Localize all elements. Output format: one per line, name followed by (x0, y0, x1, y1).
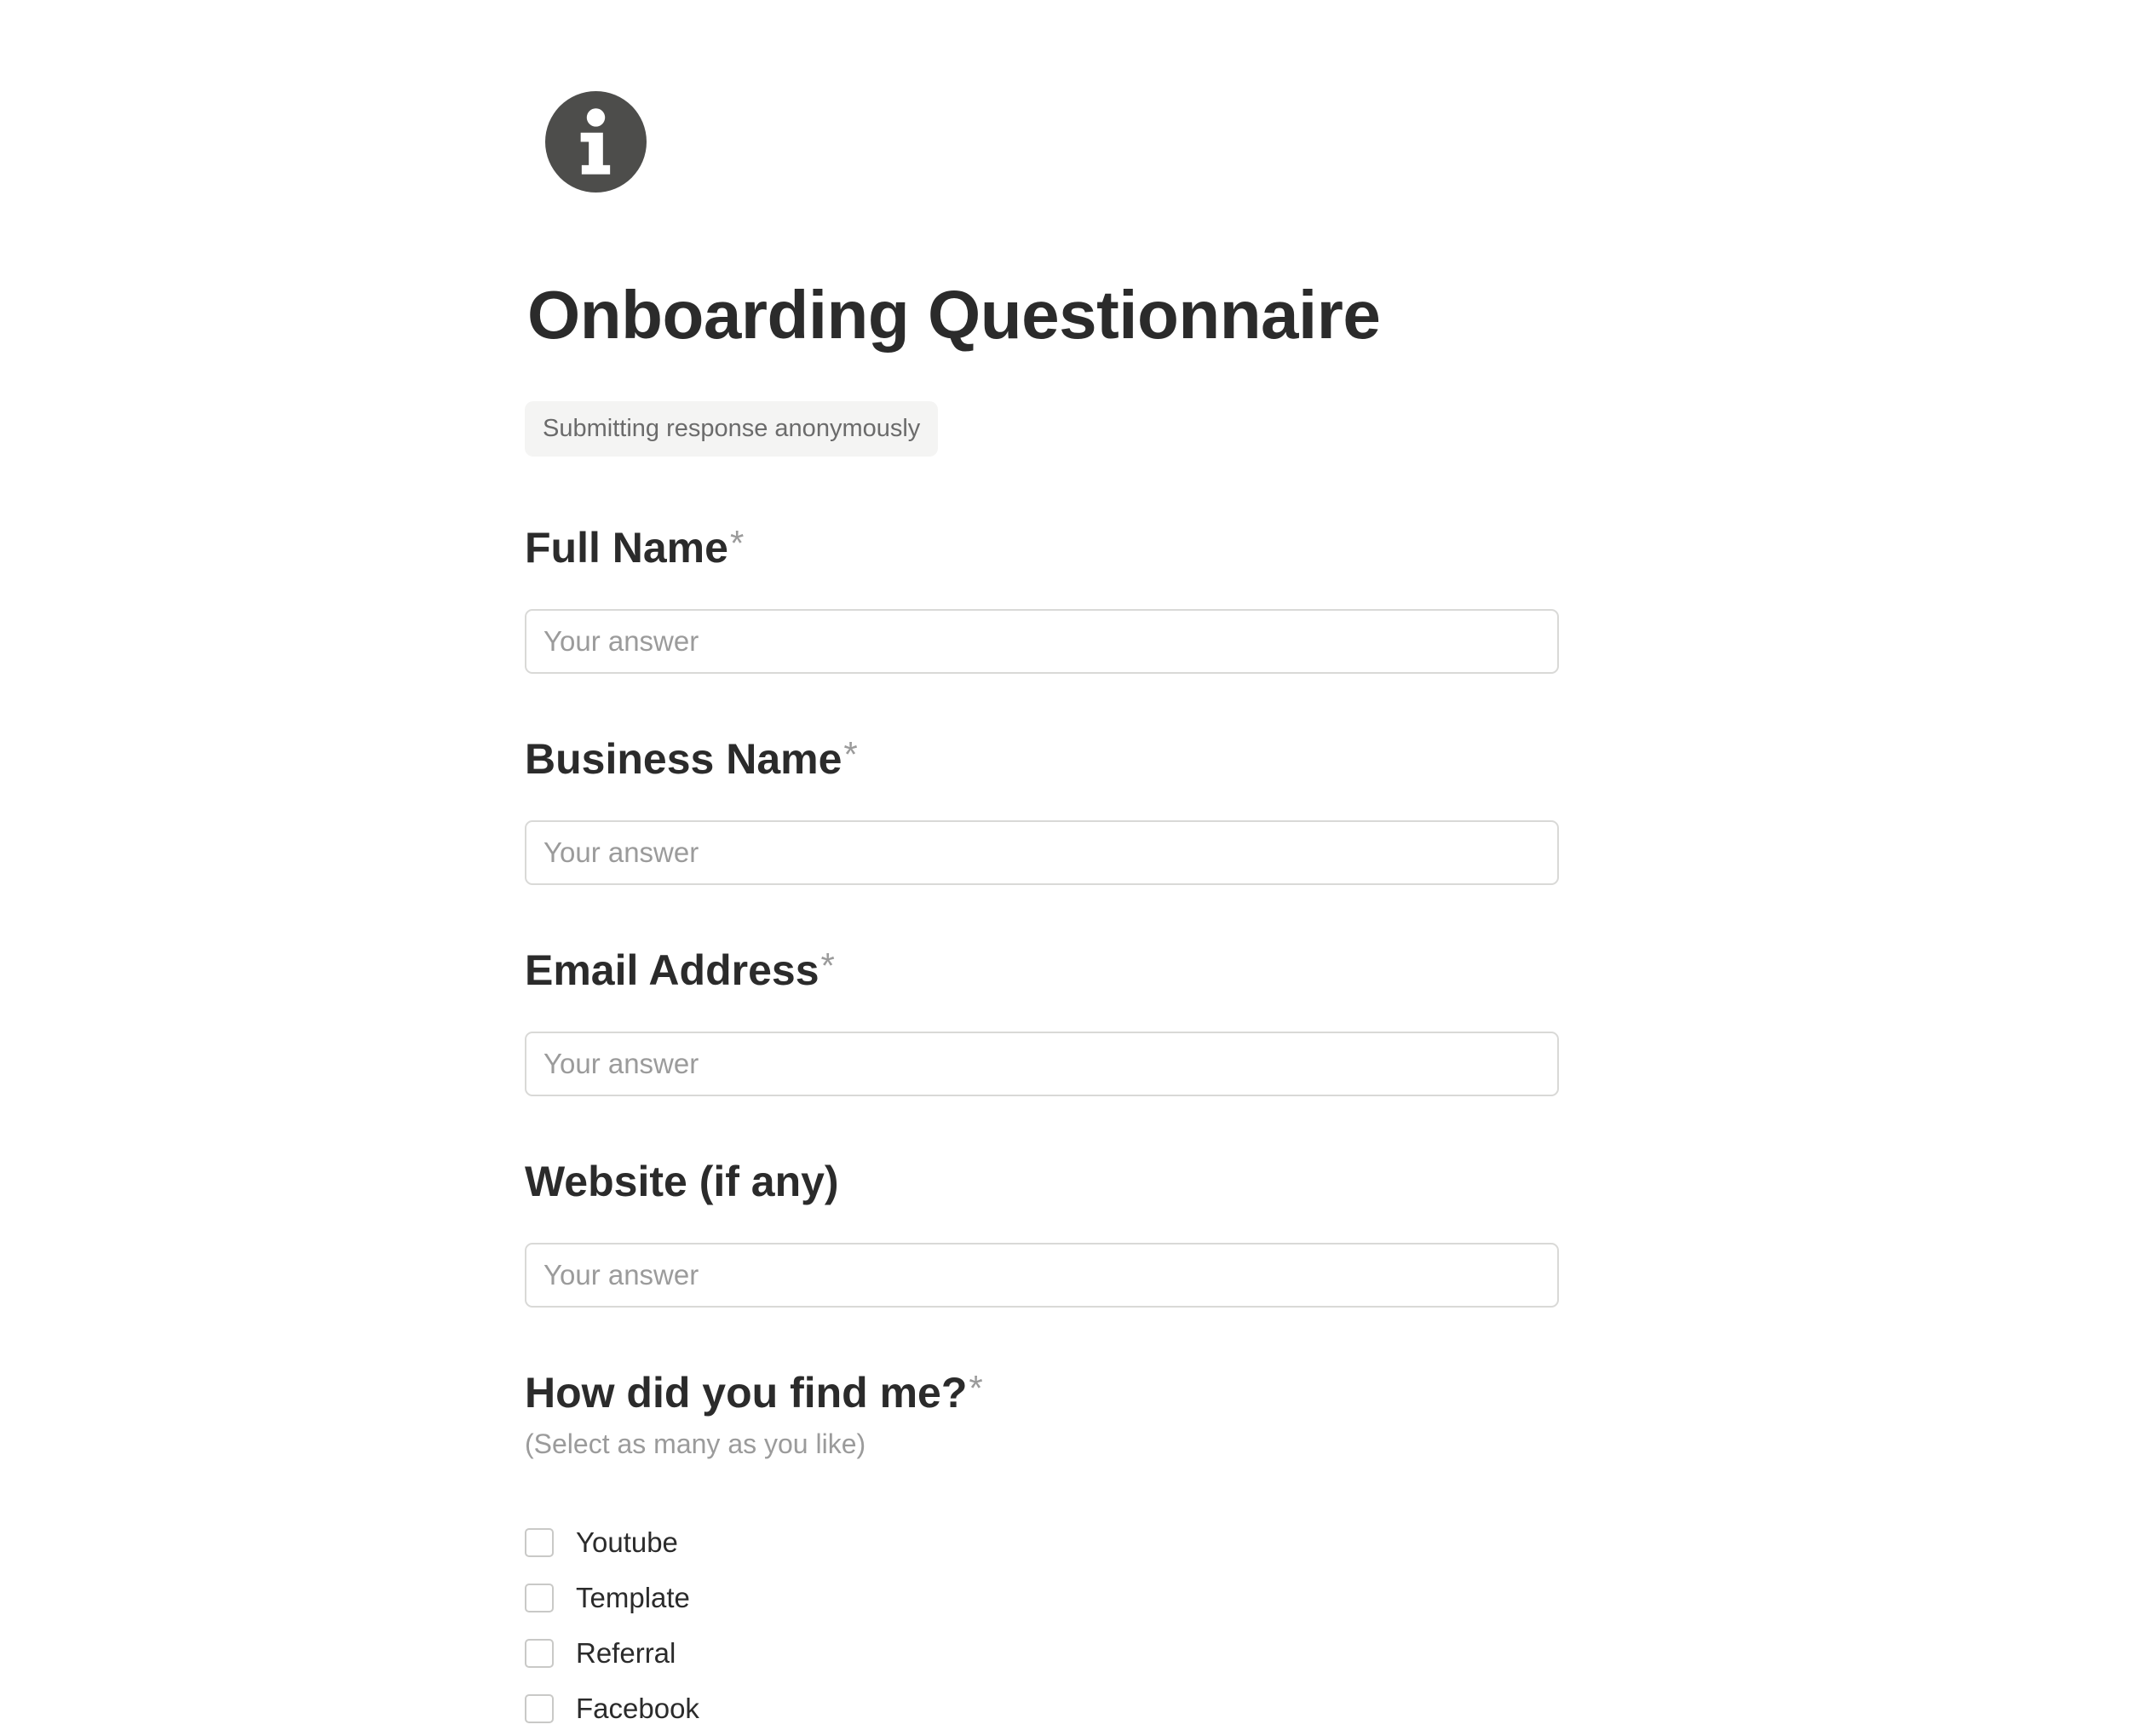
option-referral[interactable]: Referral (525, 1625, 699, 1681)
info-circle-icon (545, 91, 647, 193)
question-full-name: Full Name* (525, 522, 1559, 573)
checkbox[interactable] (525, 1693, 554, 1723)
question-label: Full Name* (525, 522, 1559, 573)
form-title: Onboarding Questionnaire (527, 277, 1381, 353)
question-hint: (Select as many as you like) (525, 1428, 866, 1459)
question-label-text: Full Name (525, 524, 728, 572)
option-template[interactable]: Template (525, 1570, 699, 1625)
question-website: Website (if any) (525, 1156, 1559, 1207)
question-business-name: Business Name* (525, 733, 1559, 785)
source-options-list: Youtube Template Referral Facebook (525, 1515, 699, 1736)
option-label[interactable]: Template (576, 1582, 690, 1614)
business-name-input[interactable] (525, 820, 1559, 885)
question-label: How did you find me?* (525, 1367, 1559, 1418)
question-label-text: Business Name (525, 735, 842, 783)
option-label[interactable]: Facebook (576, 1693, 699, 1725)
option-youtube[interactable]: Youtube (525, 1515, 699, 1570)
anonymous-notice-badge: Submitting response anonymously (525, 401, 939, 457)
required-asterisk: * (820, 946, 835, 986)
full-name-input[interactable] (525, 609, 1559, 674)
required-asterisk: * (969, 1368, 983, 1408)
question-email-address: Email Address* (525, 945, 1559, 996)
question-label-text: Email Address (525, 946, 819, 994)
option-label[interactable]: Referral (576, 1637, 676, 1670)
email-address-input[interactable] (525, 1032, 1559, 1096)
question-label-text: How did you find me? (525, 1369, 968, 1417)
question-label: Business Name* (525, 733, 1559, 785)
required-asterisk: * (843, 734, 858, 774)
required-asterisk: * (729, 523, 745, 563)
question-label: Website (if any) (525, 1156, 1559, 1207)
checkbox[interactable] (525, 1638, 554, 1668)
checkbox[interactable] (525, 1583, 554, 1612)
question-label-text: Website (if any) (525, 1158, 839, 1205)
checkbox[interactable] (525, 1527, 554, 1557)
option-facebook[interactable]: Facebook (525, 1681, 699, 1736)
website-input[interactable] (525, 1243, 1559, 1308)
option-label[interactable]: Youtube (576, 1526, 678, 1559)
question-label: Email Address* (525, 945, 1559, 996)
question-how-did-you-find-me: How did you find me?* (525, 1367, 1559, 1418)
